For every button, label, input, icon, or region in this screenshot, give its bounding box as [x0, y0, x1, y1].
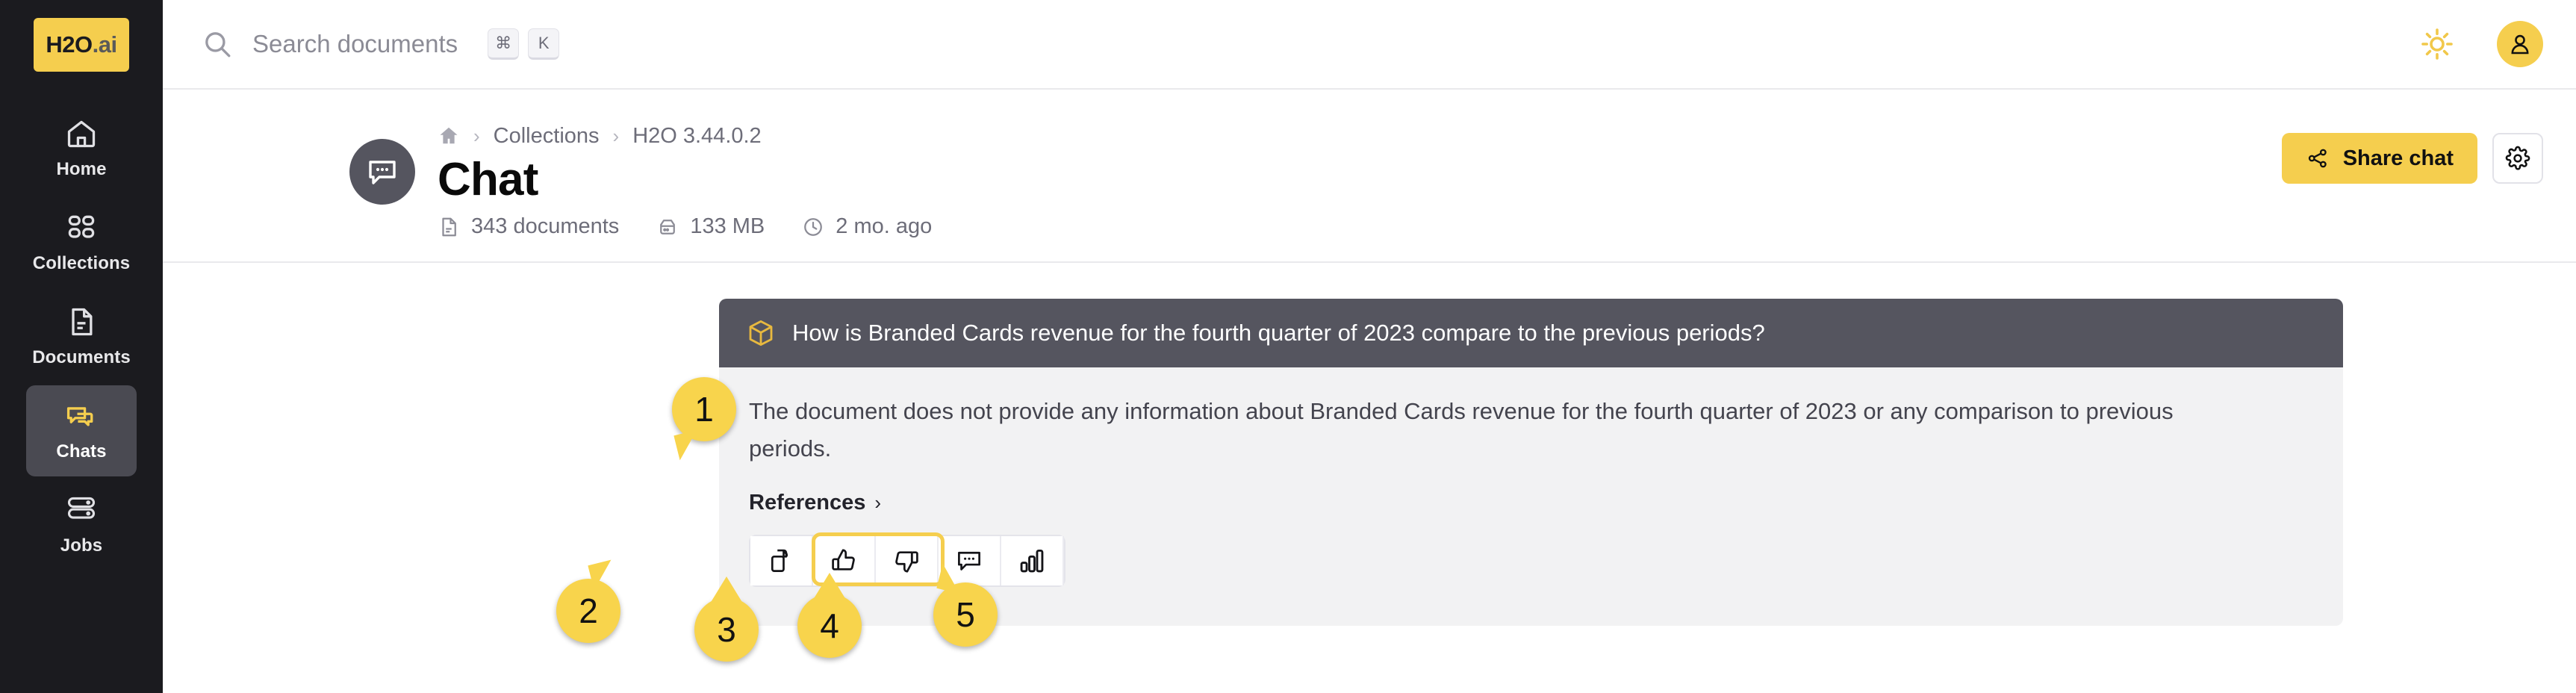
chats-icon — [65, 400, 98, 432]
storage-icon — [656, 216, 679, 238]
topbar-actions — [2419, 21, 2543, 67]
sidebar-item-label: Collections — [32, 253, 131, 273]
thumbs-down-button[interactable] — [876, 535, 939, 585]
chat-bubble-icon — [349, 139, 415, 205]
annotation-badge-2: 2 — [556, 579, 620, 643]
meta-time-label: 2 mo. ago — [836, 214, 933, 239]
sidebar-item-collections[interactable]: Collections — [26, 197, 137, 288]
page-meta: 343 documents 133 MB 2 mo. ago — [438, 214, 932, 239]
sidebar-item-label: Jobs — [60, 535, 103, 556]
breadcrumb-item-collection-name[interactable]: H2O 3.44.0.2 — [632, 124, 762, 149]
main-content: Search documents ⌘ K › Collections › H2O… — [163, 0, 2576, 693]
search-placeholder: Search documents — [252, 30, 458, 58]
meta-size-label: 133 MB — [690, 214, 765, 239]
answer-text: The document does not provide any inform… — [749, 398, 2174, 462]
meta-documents: 343 documents — [438, 214, 619, 239]
annotation-badge-4: 4 — [797, 573, 862, 658]
search-icon — [202, 28, 233, 60]
cube-icon — [746, 318, 776, 348]
chevron-right-icon: › — [874, 491, 882, 514]
top-bar: Search documents ⌘ K — [163, 0, 2576, 90]
meta-time: 2 mo. ago — [802, 214, 932, 239]
app-root: H2O.ai Home Collections Documents Chats — [0, 0, 2576, 693]
page-title: Chat — [438, 154, 538, 205]
meta-size: 133 MB — [656, 214, 765, 239]
sidebar-item-home[interactable]: Home — [26, 103, 137, 194]
breadcrumb-separator: › — [612, 124, 620, 147]
documents-icon — [65, 305, 98, 338]
sidebar-item-chats[interactable]: Chats — [26, 385, 137, 476]
references-toggle[interactable]: References › — [749, 491, 2313, 515]
conversation-area: How is Branded Cards revenue for the fou… — [163, 263, 2576, 693]
copy-icon — [767, 547, 795, 575]
breadcrumb: › Collections › H2O 3.44.0.2 — [438, 121, 932, 151]
share-chat-label: Share chat — [2342, 146, 2454, 170]
share-chat-button[interactable]: Share chat — [2281, 133, 2477, 184]
search-shortcut: ⌘ K — [488, 28, 560, 60]
sidebar-item-label: Chats — [56, 441, 107, 462]
logo-text: H2O.ai — [46, 31, 117, 58]
annotation-badge-1: 1 — [672, 377, 736, 441]
annotation-badge-5: 5 — [933, 582, 998, 647]
message-action-toolbar — [749, 532, 1065, 587]
kbd-command: ⌘ — [488, 28, 520, 60]
h2o-ai-logo[interactable]: H2O.ai — [34, 18, 129, 72]
sidebar-item-jobs[interactable]: Jobs — [26, 479, 137, 571]
chart-button[interactable] — [1001, 535, 1064, 585]
breadcrumb-separator: › — [473, 124, 480, 147]
page-header-left: › Collections › H2O 3.44.0.2 Chat 343 do… — [202, 121, 932, 239]
page-header-text: › Collections › H2O 3.44.0.2 Chat 343 do… — [438, 121, 932, 239]
sun-icon[interactable] — [2419, 26, 2455, 62]
bar-chart-icon — [1018, 547, 1046, 575]
sidebar-item-label: Documents — [32, 347, 131, 367]
meta-documents-label: 343 documents — [471, 214, 620, 239]
avatar[interactable] — [2497, 21, 2543, 67]
sidebar: H2O.ai Home Collections Documents Chats — [0, 0, 163, 693]
kbd-k: K — [528, 28, 560, 60]
settings-button[interactable] — [2492, 133, 2543, 184]
references-label: References — [749, 490, 866, 515]
annotation-badge-3: 3 — [694, 577, 759, 662]
jobs-icon — [65, 494, 98, 526]
page-header: › Collections › H2O 3.44.0.2 Chat 343 do… — [163, 90, 2576, 264]
sidebar-item-label: Home — [56, 159, 107, 179]
home-icon[interactable] — [438, 125, 460, 147]
copy-button[interactable] — [750, 535, 813, 585]
page-header-actions: Share chat — [2281, 121, 2543, 184]
collections-icon — [65, 211, 98, 244]
sidebar-item-documents[interactable]: Documents — [26, 291, 137, 382]
document-icon — [438, 216, 460, 238]
breadcrumb-item-collections[interactable]: Collections — [494, 124, 600, 149]
gear-icon — [2505, 146, 2530, 171]
thumbs-up-icon — [830, 547, 858, 575]
home-icon — [65, 117, 98, 150]
question-text: How is Branded Cards revenue for the fou… — [792, 320, 1765, 346]
question-bar: How is Branded Cards revenue for the fou… — [719, 299, 2343, 368]
thumbs-down-icon — [892, 547, 921, 575]
clock-icon — [802, 216, 824, 238]
search-input[interactable]: Search documents ⌘ K — [202, 28, 2419, 60]
share-icon — [2306, 146, 2330, 170]
